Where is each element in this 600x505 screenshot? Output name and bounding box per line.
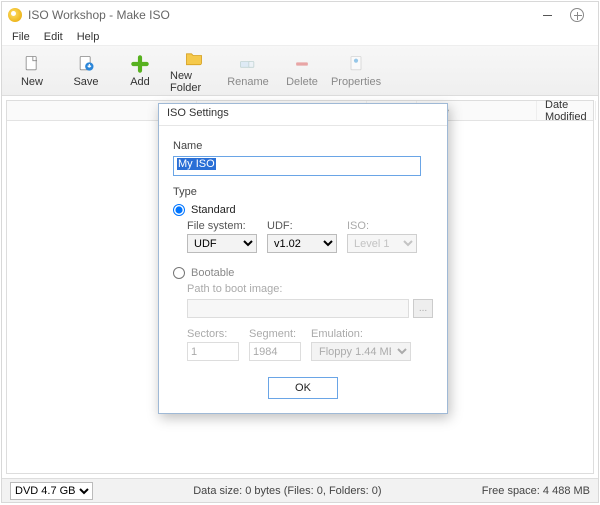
standard-radio-row[interactable]: Standard <box>173 204 433 216</box>
titlebar: ISO Workshop - Make ISO <box>2 2 598 28</box>
browse-button: ... <box>413 299 433 318</box>
udf-select[interactable]: v1.02 <box>267 234 337 253</box>
emulation-select: Floppy 1.44 MB <box>311 342 411 361</box>
file-icon <box>21 54 43 74</box>
iso-settings-dialog: ISO Settings Name My ISO Type Standard F… <box>158 103 448 414</box>
emulation-label: Emulation: <box>311 328 411 340</box>
bootable-radio[interactable] <box>173 267 185 279</box>
sectors-input <box>187 342 239 361</box>
save-button[interactable]: Save <box>62 49 110 93</box>
path-input <box>187 299 409 318</box>
statusbar: DVD 4.7 GB Data size: 0 bytes (Files: 0,… <box>2 478 598 502</box>
maximize-icon <box>570 8 584 22</box>
dialog-title: ISO Settings <box>159 104 447 126</box>
plus-icon <box>129 54 151 74</box>
iso-select: Level 1 <box>347 234 417 253</box>
properties-button[interactable]: Properties <box>332 49 380 93</box>
rename-icon <box>237 54 259 74</box>
iso-label: ISO: <box>347 220 417 232</box>
delete-button[interactable]: Delete <box>278 49 326 93</box>
path-label: Path to boot image: <box>187 283 287 295</box>
minimize-button[interactable] <box>532 4 562 26</box>
type-label: Type <box>173 186 433 198</box>
menu-edit[interactable]: Edit <box>38 30 69 44</box>
add-button[interactable]: Add <box>116 49 164 93</box>
save-icon <box>75 54 97 74</box>
name-label: Name <box>173 140 433 152</box>
filesystem-label: File system: <box>187 220 257 232</box>
menubar: File Edit Help <box>2 28 598 46</box>
folder-icon <box>183 48 205 68</box>
menu-file[interactable]: File <box>6 30 36 44</box>
sectors-label: Sectors: <box>187 328 239 340</box>
status-freespace: Free space: 4 488 MB <box>482 485 590 497</box>
new-folder-button[interactable]: New Folder <box>170 49 218 93</box>
rename-button[interactable]: Rename <box>224 49 272 93</box>
column-date[interactable]: Date Modified <box>537 101 596 120</box>
status-datasize: Data size: 0 bytes (Files: 0, Folders: 0… <box>193 485 381 497</box>
app-icon <box>8 8 22 22</box>
new-button[interactable]: New <box>8 49 56 93</box>
segment-label: Segment: <box>249 328 301 340</box>
window-title: ISO Workshop - Make ISO <box>28 8 532 22</box>
toolbar: New Save Add New Folder Rename Delete Pr… <box>2 46 598 96</box>
name-input[interactable]: My ISO <box>173 156 421 176</box>
bootable-radio-row[interactable]: Bootable <box>173 267 433 279</box>
filesystem-select[interactable]: UDF <box>187 234 257 253</box>
bootable-label: Bootable <box>191 267 234 279</box>
standard-radio[interactable] <box>173 204 185 216</box>
segment-input <box>249 342 301 361</box>
udf-label: UDF: <box>267 220 337 232</box>
delete-icon <box>291 54 313 74</box>
disc-size-select[interactable]: DVD 4.7 GB <box>10 482 93 500</box>
menu-help[interactable]: Help <box>71 30 106 44</box>
maximize-button[interactable] <box>562 4 592 26</box>
ok-button[interactable]: OK <box>268 377 338 399</box>
standard-label: Standard <box>191 204 236 216</box>
properties-icon <box>345 54 367 74</box>
